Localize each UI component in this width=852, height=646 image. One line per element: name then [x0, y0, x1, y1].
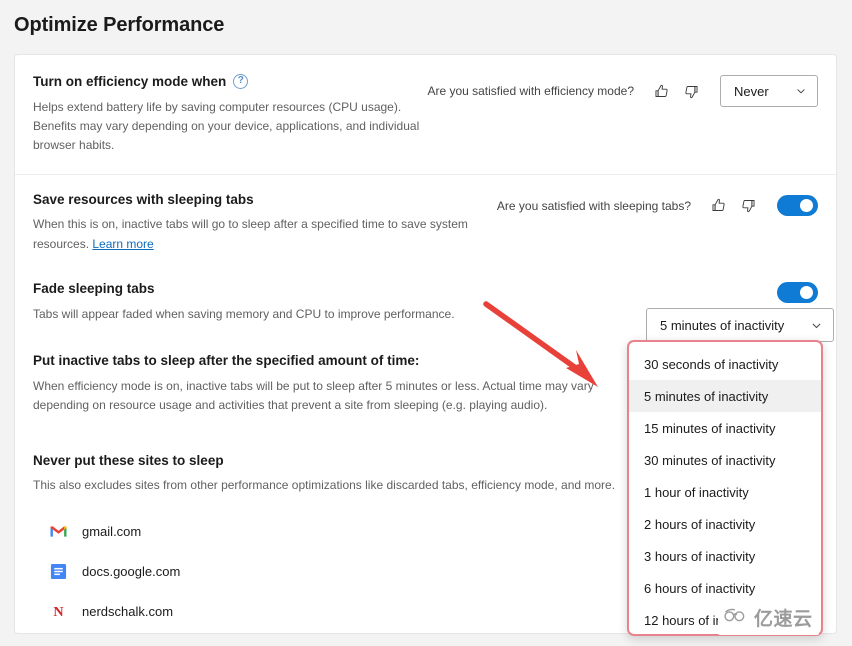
inactive-timeout-text: Put inactive tabs to sleep after the spe… [33, 352, 633, 415]
sleeping-tabs-title: Save resources with sleeping tabs [33, 191, 254, 207]
inactive-timeout-select[interactable]: 5 minutes of inactivity [646, 308, 834, 342]
efficiency-mode-row: Turn on efficiency mode when ? Helps ext… [33, 73, 818, 156]
efficiency-feedback-question: Are you satisfied with efficiency mode? [427, 84, 634, 98]
dropdown-option[interactable]: 3 hours of inactivity [629, 540, 821, 572]
efficiency-mode-description: Helps extend battery life by saving comp… [33, 99, 420, 153]
watermark-text: 亿速云 [754, 609, 813, 630]
nerdschalk-icon: N [50, 603, 67, 620]
sleeping-tabs-feedback-question: Are you satisfied with sleeping tabs? [496, 198, 691, 213]
toggle-knob [800, 199, 813, 213]
site-name: docs.google.com [82, 564, 181, 580]
dropdown-option[interactable]: 30 seconds of inactivity [629, 348, 821, 380]
inactive-timeout-description: When efficiency mode is on, inactive tab… [33, 378, 594, 413]
fade-sleeping-tabs-description: Tabs will appear faded when saving memor… [33, 306, 455, 321]
gmail-icon [50, 523, 67, 540]
learn-more-link[interactable]: Learn more [92, 237, 153, 251]
dropdown-option-selected[interactable]: 5 minutes of inactivity [629, 380, 821, 412]
section-efficiency-mode: Turn on efficiency mode when ? Helps ext… [15, 55, 836, 174]
sleeping-tabs-controls: Are you satisfied with sleeping tabs? [497, 191, 818, 219]
inactive-timeout-title: Put inactive tabs to sleep after the spe… [33, 353, 420, 369]
sleeping-tabs-row: Save resources with sleeping tabs When t… [33, 191, 818, 254]
fade-sleeping-tabs-text: Fade sleeping tabs Tabs will appear fade… [33, 280, 455, 324]
toggle-knob [800, 286, 813, 300]
efficiency-mode-text: Turn on efficiency mode when ? Helps ext… [33, 73, 427, 156]
thumbs-down-icon[interactable] [678, 78, 704, 104]
efficiency-mode-select[interactable]: Never [720, 75, 818, 107]
chevron-down-icon [810, 319, 823, 332]
watermark: 亿速云 [718, 600, 819, 635]
page-title: Optimize Performance [14, 14, 225, 36]
inactive-timeout-select-wrap: 5 minutes of inactivity [646, 308, 834, 342]
fade-sleeping-tabs-title: Fade sleeping tabs [33, 281, 155, 297]
efficiency-mode-title-label: Turn on efficiency mode when [33, 74, 227, 89]
sleeping-tabs-toggle[interactable] [777, 195, 818, 217]
thumbs-up-icon[interactable] [648, 78, 674, 104]
cloud-logo-icon [722, 606, 748, 629]
efficiency-mode-title: Turn on efficiency mode when ? [33, 73, 427, 91]
chevron-down-icon [795, 85, 807, 97]
efficiency-mode-controls: Are you satisfied with efficiency mode? … [427, 73, 818, 107]
thumbs-up-icon[interactable] [705, 193, 731, 219]
inactive-timeout-dropdown-list[interactable]: 30 seconds of inactivity 5 minutes of in… [627, 340, 823, 636]
inactive-timeout-select-value: 5 minutes of inactivity [660, 317, 785, 333]
fade-sleeping-tabs-toggle[interactable] [777, 282, 818, 304]
site-name: gmail.com [82, 524, 142, 540]
section-sleeping-tabs: Save resources with sleeping tabs When t… [15, 175, 836, 266]
google-docs-icon [50, 563, 67, 580]
help-circle-icon[interactable]: ? [233, 74, 249, 90]
dropdown-option[interactable]: 2 hours of inactivity [629, 508, 821, 540]
thumbs-down-icon[interactable] [735, 193, 761, 219]
fade-sleeping-tabs-controls [761, 280, 818, 304]
sleeping-tabs-description: When this is on, inactive tabs will go t… [33, 215, 497, 254]
site-name: nerdschalk.com [82, 604, 174, 620]
dropdown-option[interactable]: 30 minutes of inactivity [629, 444, 821, 476]
dropdown-option[interactable]: 15 minutes of inactivity [629, 412, 821, 444]
dropdown-option[interactable]: 1 hour of inactivity [629, 476, 821, 508]
efficiency-mode-select-value: Never [734, 83, 769, 99]
sleeping-tabs-text: Save resources with sleeping tabs When t… [33, 191, 497, 254]
svg-text:N: N [53, 604, 64, 620]
